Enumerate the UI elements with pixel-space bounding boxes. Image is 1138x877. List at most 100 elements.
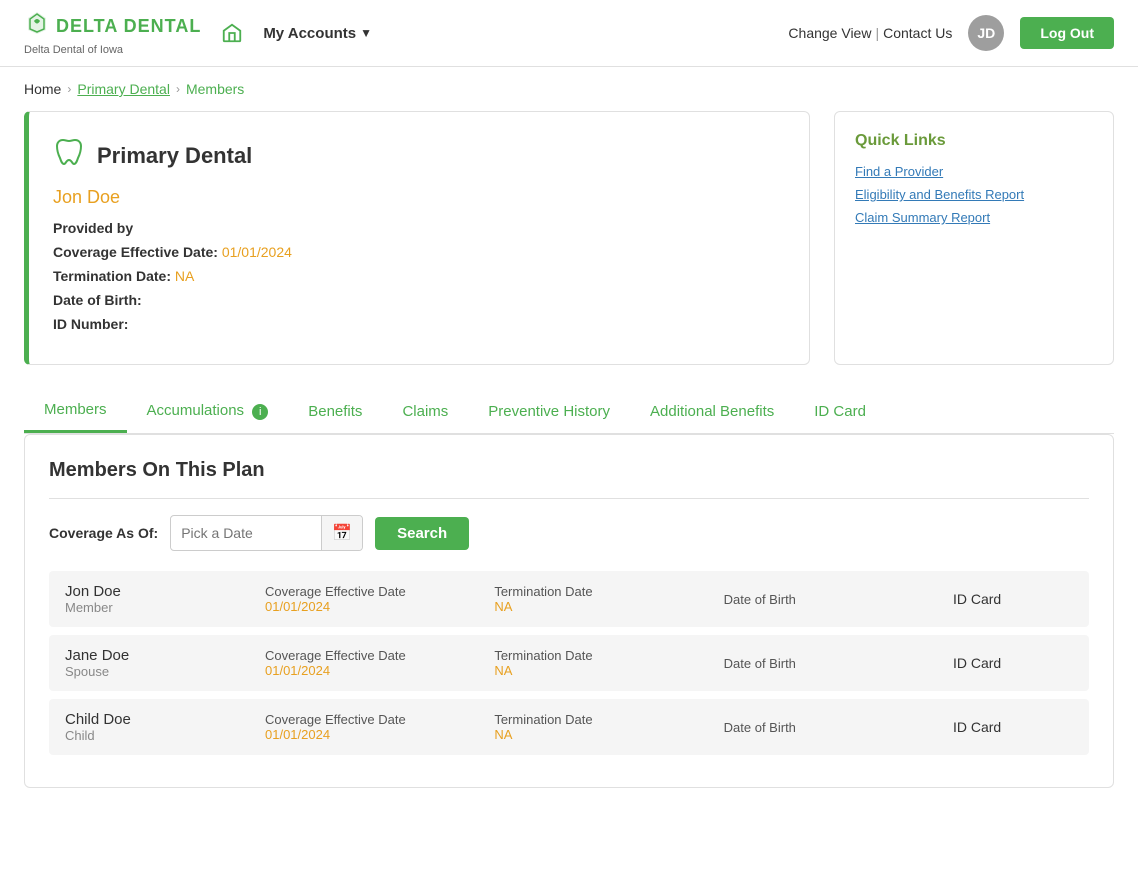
member-coverage-col: Coverage Effective Date 01/01/2024 xyxy=(265,584,494,614)
header: DELTA DENTAL Delta Dental of Iowa My Acc… xyxy=(0,0,1138,67)
date-input[interactable] xyxy=(171,518,321,548)
id-card-label: ID Card xyxy=(953,719,1001,735)
avatar[interactable]: JD xyxy=(968,15,1004,51)
logo-name: DELTA DENTAL xyxy=(56,16,201,37)
quick-link-claim-summary[interactable]: Claim Summary Report xyxy=(855,210,1093,225)
dob-col-label: Date of Birth xyxy=(724,656,953,671)
termination-col-label: Termination Date xyxy=(494,584,723,599)
tab-accumulations[interactable]: Accumulations i xyxy=(127,390,289,431)
my-accounts-label: My Accounts xyxy=(263,25,356,42)
breadcrumb: Home › Primary Dental › Members xyxy=(0,67,1138,111)
member-name: Jon Doe xyxy=(65,583,265,600)
separator: | xyxy=(875,25,879,41)
logo-text: DELTA DENTAL xyxy=(24,10,201,42)
coverage-col-value: 01/01/2024 xyxy=(265,599,494,614)
termination-col-label: Termination Date xyxy=(494,648,723,663)
member-dob-col: Date of Birth xyxy=(724,592,953,607)
quick-link-find-provider[interactable]: Find a Provider xyxy=(855,164,1093,179)
member-termination-col: Termination Date NA xyxy=(494,712,723,742)
member-id-col: ID Card xyxy=(953,655,1073,671)
main-content: Primary Dental Jon Doe Provided by Cover… xyxy=(0,111,1138,812)
coverage-col-value: 01/01/2024 xyxy=(265,663,494,678)
header-links: Change View | Contact Us xyxy=(788,25,952,41)
breadcrumb-home[interactable]: Home xyxy=(24,81,61,97)
tooth-icon xyxy=(53,136,85,175)
logo-sub: Delta Dental of Iowa xyxy=(24,44,201,56)
member-name-col: Child Doe Child xyxy=(65,711,265,743)
delta-dental-icon xyxy=(24,10,50,42)
search-button[interactable]: Search xyxy=(375,517,469,550)
coverage-date-label: Coverage Effective Date: xyxy=(53,244,218,260)
quick-links-title: Quick Links xyxy=(855,132,1093,150)
tab-claims[interactable]: Claims xyxy=(382,391,468,432)
members-title: Members On This Plan xyxy=(49,459,1089,482)
section-divider xyxy=(49,498,1089,499)
breadcrumb-primary-dental[interactable]: Primary Dental xyxy=(77,81,170,97)
coverage-col-label: Coverage Effective Date xyxy=(265,584,494,599)
card-header: Primary Dental xyxy=(53,136,785,175)
tab-preventive-history[interactable]: Preventive History xyxy=(468,391,630,432)
quick-link-eligibility[interactable]: Eligibility and Benefits Report xyxy=(855,187,1093,202)
table-row: Jane Doe Spouse Coverage Effective Date … xyxy=(49,635,1089,691)
card-title: Primary Dental xyxy=(97,143,252,169)
coverage-col-label: Coverage Effective Date xyxy=(265,712,494,727)
provided-by-label: Provided by xyxy=(53,220,133,236)
quick-links-box: Quick Links Find a Provider Eligibility … xyxy=(834,111,1114,365)
accumulations-badge: i xyxy=(252,404,268,420)
id-card-label: ID Card xyxy=(953,591,1001,607)
coverage-col-label: Coverage Effective Date xyxy=(265,648,494,663)
home-icon xyxy=(221,22,243,44)
member-name-col: Jon Doe Member xyxy=(65,583,265,615)
primary-dental-card: Primary Dental Jon Doe Provided by Cover… xyxy=(24,111,810,365)
member-name-col: Jane Doe Spouse xyxy=(65,647,265,679)
member-id-col: ID Card xyxy=(953,719,1073,735)
member-coverage-col: Coverage Effective Date 01/01/2024 xyxy=(265,648,494,678)
members-section: Members On This Plan Coverage As Of: 📅 S… xyxy=(24,434,1114,788)
member-role: Child xyxy=(65,728,265,743)
breadcrumb-sep-1: › xyxy=(67,82,71,96)
card-member-name: Jon Doe xyxy=(53,187,785,208)
dob-col-label: Date of Birth xyxy=(724,592,953,607)
tab-additional-benefits[interactable]: Additional Benefits xyxy=(630,391,794,432)
calendar-button[interactable]: 📅 xyxy=(321,516,362,550)
tabs: Members Accumulations i Benefits Claims … xyxy=(24,389,1114,434)
chevron-down-icon: ▼ xyxy=(360,26,372,40)
termination-col-label: Termination Date xyxy=(494,712,723,727)
card-termination-date: Termination Date: NA xyxy=(53,268,785,284)
breadcrumb-sep-2: › xyxy=(176,82,180,96)
card-dob: Date of Birth: xyxy=(53,292,785,308)
termination-col-value: NA xyxy=(494,599,723,614)
tab-benefits[interactable]: Benefits xyxy=(288,391,382,432)
dob-col-label: Date of Birth xyxy=(724,720,953,735)
tab-id-card[interactable]: ID Card xyxy=(794,391,886,432)
member-role: Spouse xyxy=(65,664,265,679)
change-view-link[interactable]: Change View xyxy=(788,25,871,41)
termination-col-value: NA xyxy=(494,663,723,678)
member-role: Member xyxy=(65,600,265,615)
coverage-row: Coverage As Of: 📅 Search xyxy=(49,515,1089,551)
table-row: Child Doe Child Coverage Effective Date … xyxy=(49,699,1089,755)
id-card-label: ID Card xyxy=(953,655,1001,671)
member-termination-col: Termination Date NA xyxy=(494,648,723,678)
coverage-col-value: 01/01/2024 xyxy=(265,727,494,742)
logout-button[interactable]: Log Out xyxy=(1020,17,1114,49)
card-row: Primary Dental Jon Doe Provided by Cover… xyxy=(24,111,1114,365)
date-input-wrapper: 📅 xyxy=(170,515,363,551)
table-row: Jon Doe Member Coverage Effective Date 0… xyxy=(49,571,1089,627)
my-accounts-button[interactable]: My Accounts ▼ xyxy=(263,25,372,42)
member-id-col: ID Card xyxy=(953,591,1073,607)
dob-label: Date of Birth: xyxy=(53,292,142,308)
termination-date-value: NA xyxy=(175,268,194,284)
card-id-number: ID Number: xyxy=(53,316,785,332)
coverage-as-of-label: Coverage As Of: xyxy=(49,525,158,541)
tab-members[interactable]: Members xyxy=(24,389,127,433)
header-left: DELTA DENTAL Delta Dental of Iowa My Acc… xyxy=(24,10,372,56)
home-nav[interactable] xyxy=(221,22,243,44)
contact-us-link[interactable]: Contact Us xyxy=(883,25,952,41)
termination-col-value: NA xyxy=(494,727,723,742)
header-right: Change View | Contact Us JD Log Out xyxy=(788,15,1114,51)
member-name: Child Doe xyxy=(65,711,265,728)
member-dob-col: Date of Birth xyxy=(724,720,953,735)
card-provided-by: Provided by xyxy=(53,220,785,236)
breadcrumb-members: Members xyxy=(186,81,244,97)
